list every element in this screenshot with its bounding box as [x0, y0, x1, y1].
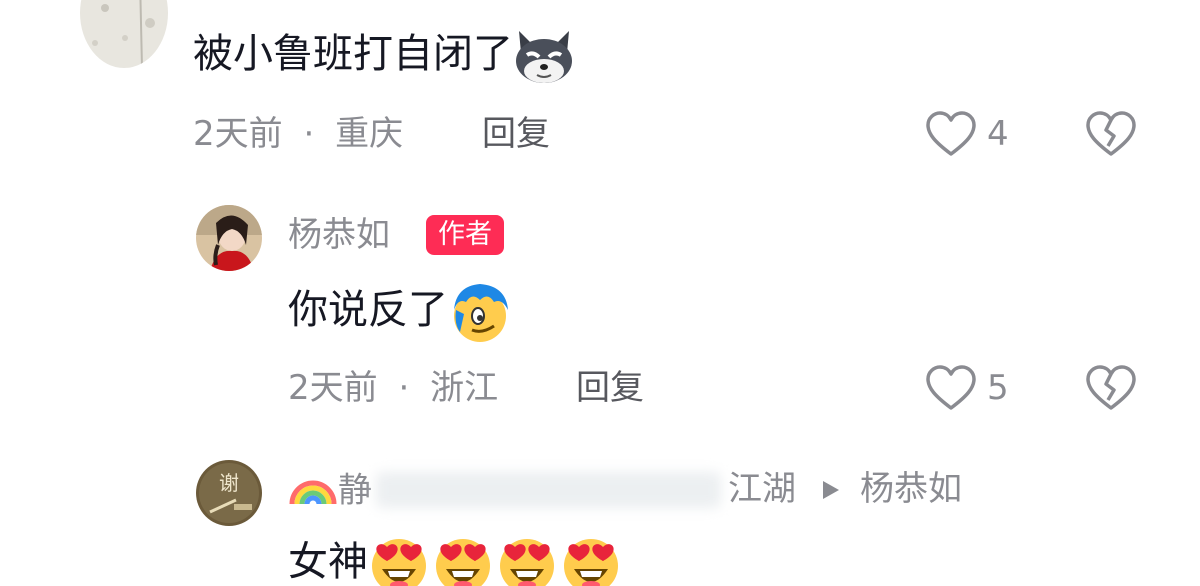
reply2-text-content: 女神 [288, 539, 368, 585]
reply-text: 你说反了 [288, 280, 512, 344]
heart-outline-icon [926, 111, 976, 156]
blurred-username [376, 472, 721, 508]
reply-button[interactable]: 回复 [482, 112, 550, 156]
rainbow-icon [288, 466, 338, 518]
like-count: 4 [987, 114, 1009, 154]
reply-location: 浙江 [430, 368, 499, 408]
meta-separator: · [303, 114, 315, 154]
comment-thread: 被小鲁班打自闭了 2天前 · 重庆 回复 4 杨恭如 作者 你说反了 2天前 ·… [0, 0, 1200, 586]
heart-eyes-emoji [368, 533, 430, 586]
broken-heart-icon [1086, 111, 1136, 156]
comment-time: 2天前 [193, 114, 283, 154]
comment-avatar[interactable] [80, 0, 168, 68]
author-username[interactable]: 杨恭如 [288, 212, 390, 258]
blue-hair-smirk-emoji [448, 280, 512, 344]
reply-to-arrow-icon [820, 478, 842, 506]
svg-text:谢: 谢 [219, 471, 239, 495]
heart-outline-icon [926, 365, 976, 410]
reply2-text: 女神 [288, 532, 622, 586]
comment-text-content: 被小鲁班打自闭了 [193, 31, 513, 77]
comment-location: 重庆 [335, 114, 404, 154]
reply-to-username[interactable]: 杨恭如 [860, 466, 962, 512]
comment-meta: 2天前 · 重庆 [193, 112, 403, 156]
like-button[interactable] [925, 364, 977, 412]
author-avatar[interactable] [196, 205, 262, 271]
reply-text-content: 你说反了 [288, 287, 448, 333]
reply2-username[interactable]: 静 [288, 466, 372, 518]
like-count: 5 [987, 368, 1009, 408]
meta-separator: · [398, 368, 410, 408]
reply-meta: 2天前 · 浙江 [288, 366, 498, 410]
emoji-row [368, 539, 622, 586]
reply-time: 2天前 [288, 368, 378, 408]
dislike-button[interactable] [1085, 110, 1137, 158]
comment-text: 被小鲁班打自闭了 [193, 26, 575, 85]
heart-eyes-emoji [432, 533, 494, 586]
reply-avatar[interactable]: 谢 [196, 460, 262, 526]
reply-button[interactable]: 回复 [576, 366, 644, 410]
heart-eyes-emoji [560, 533, 622, 586]
like-button[interactable] [925, 110, 977, 158]
reply2-username-end: 江湖 [728, 469, 796, 509]
broken-heart-icon [1086, 365, 1136, 410]
author-badge: 作者 [426, 215, 504, 255]
dislike-button[interactable] [1085, 364, 1137, 412]
husky-face-emoji [513, 27, 575, 85]
reply2-username-start: 静 [338, 470, 372, 511]
heart-eyes-emoji [496, 533, 558, 586]
